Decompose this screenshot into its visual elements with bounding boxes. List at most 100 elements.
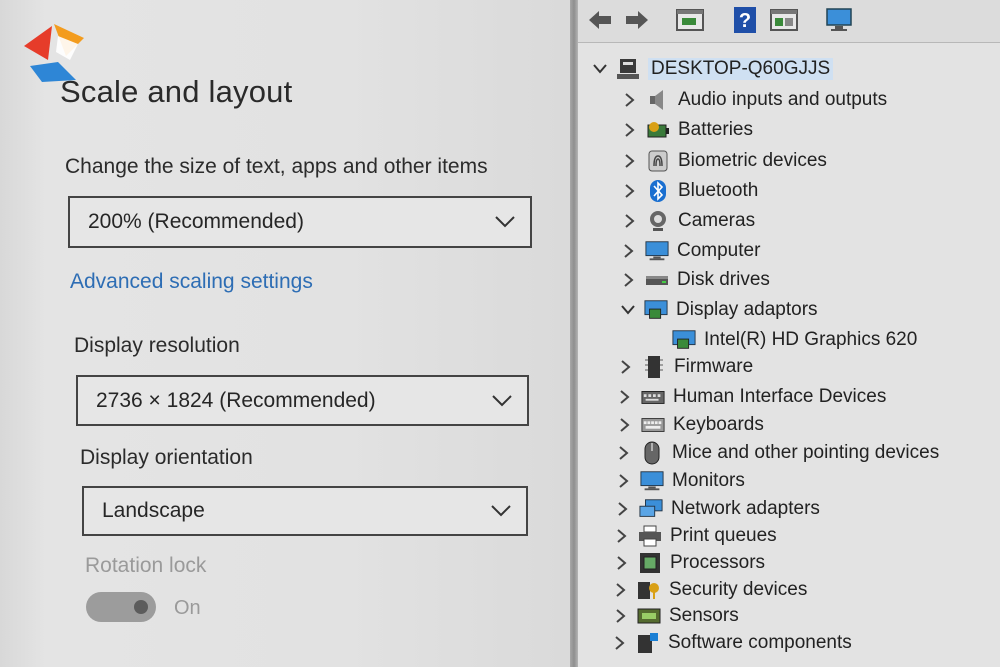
- window-divider: [570, 0, 578, 667]
- tree-item-biometric[interactable]: Biometric devices: [620, 148, 827, 174]
- tree-item-label: Processors: [670, 552, 766, 573]
- expand-chevron-icon[interactable]: [612, 553, 632, 573]
- tree-item-sensors[interactable]: Sensors: [611, 603, 739, 629]
- expand-chevron-icon[interactable]: [612, 526, 632, 546]
- svg-text:?: ?: [739, 10, 751, 32]
- tree-item-software-components[interactable]: Software components: [610, 630, 852, 656]
- tree-item-label: Firmware: [674, 356, 754, 377]
- scale-dropdown[interactable]: 200% (Recommended): [68, 196, 532, 248]
- printer-icon: [638, 525, 662, 547]
- forward-arrow-icon[interactable]: [622, 6, 652, 34]
- tree-item-label: Print queues: [670, 525, 777, 546]
- expand-chevron-icon[interactable]: [614, 443, 634, 463]
- tree-item-label: Sensors: [669, 605, 739, 626]
- help-icon[interactable]: ?: [730, 6, 760, 34]
- camera-icon: [646, 210, 670, 232]
- network-adapter-icon: [639, 498, 663, 520]
- tree-item-label: Software components: [668, 632, 852, 653]
- scale-label: Change the size of text, apps and other …: [65, 155, 488, 178]
- chevron-down-icon: [491, 505, 511, 517]
- tree-item-bluetooth[interactable]: Bluetooth: [620, 178, 758, 204]
- tree-item-monitors[interactable]: Monitors: [614, 468, 745, 494]
- rotation-lock-label: Rotation lock: [85, 554, 207, 577]
- tree-item-mice[interactable]: Mice and other pointing devices: [614, 440, 939, 466]
- expand-chevron-icon[interactable]: [611, 580, 631, 600]
- scan-hardware-icon[interactable]: [822, 6, 856, 34]
- battery-icon: [646, 119, 670, 141]
- expand-chevron-icon[interactable]: [619, 241, 639, 261]
- tree-item-network-adapters[interactable]: Network adapters: [613, 496, 820, 522]
- resolution-dropdown[interactable]: 2736 × 1824 (Recommended): [76, 375, 529, 426]
- hid-icon: [641, 386, 665, 408]
- tree-item-label: Computer: [677, 240, 761, 261]
- bluetooth-icon: [646, 180, 670, 202]
- tree-item-keyboards[interactable]: Keyboards: [615, 412, 764, 438]
- expand-chevron-icon[interactable]: [616, 357, 636, 377]
- toggle-knob: [134, 600, 148, 614]
- expand-chevron-icon[interactable]: [620, 120, 640, 140]
- tree-item-hid[interactable]: Human Interface Devices: [615, 384, 886, 410]
- expand-chevron-icon[interactable]: [613, 499, 633, 519]
- advanced-scaling-link[interactable]: Advanced scaling settings: [70, 270, 313, 294]
- firmware-icon: [642, 356, 666, 378]
- resolution-label: Display resolution: [74, 334, 240, 357]
- expand-chevron-icon[interactable]: [611, 606, 631, 626]
- processor-icon: [638, 552, 662, 574]
- tree-item-label: Monitors: [672, 470, 745, 491]
- display-settings-pane: Scale and layout Change the size of text…: [0, 0, 570, 667]
- disk-drive-icon: [645, 269, 669, 291]
- rotation-lock-toggle[interactable]: [86, 592, 156, 622]
- tree-item-batteries[interactable]: Batteries: [620, 117, 753, 143]
- display-adapter-icon: [672, 329, 696, 351]
- update-driver-icon[interactable]: [768, 6, 800, 34]
- tree-item-cameras[interactable]: Cameras: [620, 208, 755, 234]
- expand-chevron-icon[interactable]: [620, 151, 640, 171]
- properties-icon[interactable]: [674, 6, 706, 34]
- back-arrow-icon[interactable]: [586, 6, 614, 34]
- expand-chevron-icon[interactable]: [620, 211, 640, 231]
- speaker-icon: [646, 89, 670, 111]
- expand-chevron-icon[interactable]: [614, 471, 634, 491]
- expand-chevron-icon[interactable]: [610, 633, 630, 653]
- chevron-down-icon: [492, 394, 512, 406]
- collapse-chevron-icon[interactable]: [590, 59, 610, 79]
- tree-item-display-adaptors[interactable]: Display adaptors: [618, 297, 818, 323]
- sensor-icon: [637, 605, 661, 627]
- tree-item-processors[interactable]: Processors: [612, 550, 765, 576]
- tree-item-intel-hd-graphics[interactable]: Intel(R) HD Graphics 620: [672, 327, 917, 353]
- expand-chevron-icon[interactable]: [615, 415, 635, 435]
- tree-item-label: Network adapters: [671, 498, 820, 519]
- scale-dropdown-value: 200% (Recommended): [88, 210, 304, 233]
- tree-item-firmware[interactable]: Firmware: [616, 354, 753, 380]
- collapse-chevron-icon[interactable]: [618, 300, 638, 320]
- tree-item-label: Audio inputs and outputs: [678, 89, 888, 110]
- tree-root-label: DESKTOP-Q60GJJS: [648, 58, 834, 80]
- tree-item-label: Intel(R) HD Graphics 620: [704, 329, 918, 350]
- fingerprint-icon: [646, 150, 670, 172]
- tree-item-security-devices[interactable]: Security devices: [611, 577, 807, 603]
- tree-item-print-queues[interactable]: Print queues: [612, 523, 777, 549]
- device-manager-window: ? DESKTOP-Q60GJJS Audio inputs and outpu…: [578, 0, 1000, 667]
- keyboard-icon: [641, 414, 665, 436]
- computer-icon: [645, 240, 669, 262]
- tree-item-computer[interactable]: Computer: [619, 238, 760, 264]
- tree-item-label: Display adaptors: [676, 299, 818, 320]
- tree-item-audio[interactable]: Audio inputs and outputs: [620, 87, 887, 113]
- tree-root[interactable]: DESKTOP-Q60GJJS: [590, 56, 834, 82]
- expand-chevron-icon[interactable]: [620, 90, 640, 110]
- toolbar: ?: [578, 0, 1000, 43]
- expand-chevron-icon[interactable]: [620, 181, 640, 201]
- orientation-dropdown-value: Landscape: [102, 499, 205, 522]
- expand-chevron-icon[interactable]: [619, 270, 639, 290]
- monitor-icon: [640, 470, 664, 492]
- software-component-icon: [636, 632, 660, 654]
- tree-item-disk-drives[interactable]: Disk drives: [619, 267, 770, 293]
- security-device-icon: [637, 579, 661, 601]
- tree-item-label: Disk drives: [677, 269, 770, 290]
- device-tree: DESKTOP-Q60GJJS Audio inputs and outputs…: [578, 42, 1000, 667]
- tree-item-label: Keyboards: [673, 414, 764, 435]
- mouse-icon: [640, 441, 664, 465]
- orientation-dropdown[interactable]: Landscape: [82, 486, 528, 536]
- page-title: Scale and layout: [60, 74, 293, 109]
- expand-chevron-icon[interactable]: [615, 387, 635, 407]
